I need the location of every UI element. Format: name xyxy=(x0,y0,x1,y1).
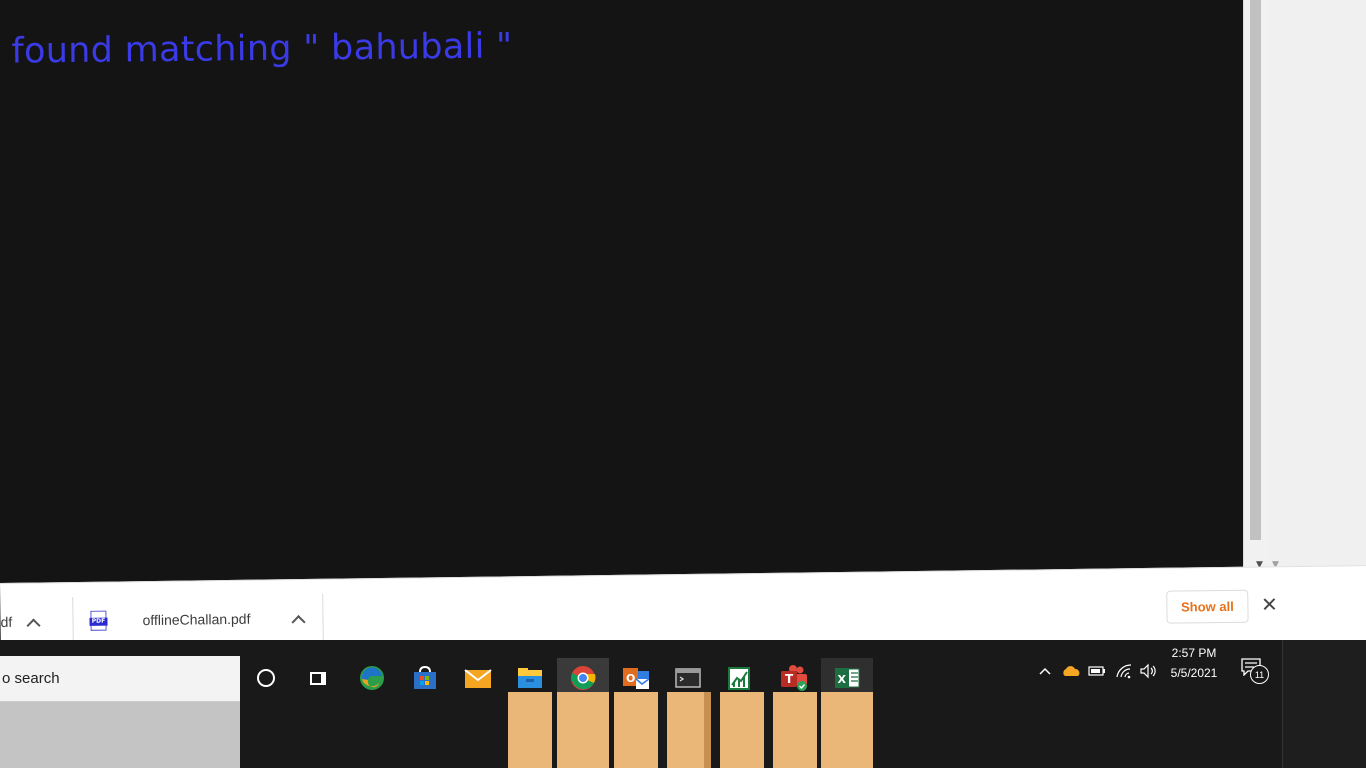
close-icon[interactable]: ✕ xyxy=(1258,592,1280,616)
clock-time[interactable]: 2:57 PM xyxy=(1162,646,1226,660)
show-all-button[interactable]: Show all xyxy=(1166,589,1249,624)
edge-icon[interactable] xyxy=(347,658,397,698)
chevron-up-icon[interactable] xyxy=(291,615,306,630)
download-item[interactable]: PDF offlineChallan.pdf xyxy=(72,593,324,646)
scrollbar-thumb[interactable] xyxy=(1250,0,1261,540)
windows-taskbar: o search O T X 2:57 PM 5/5/2021 11 xyxy=(0,640,1366,768)
pdf-file-icon: PDF xyxy=(89,610,108,631)
svg-text:X: X xyxy=(838,673,847,686)
notification-count-badge: 11 xyxy=(1250,665,1269,684)
chevron-up-icon[interactable] xyxy=(26,618,41,633)
vertical-scrollbar[interactable]: ▼ xyxy=(1243,0,1268,580)
window-preview-thumbnail[interactable] xyxy=(614,692,658,768)
volume-icon[interactable] xyxy=(1138,660,1160,682)
right-gutter xyxy=(1258,0,1366,580)
chevron-up-icon[interactable] xyxy=(1034,660,1056,682)
window-preview-thumbnail[interactable] xyxy=(557,692,609,768)
download-filename: df xyxy=(0,613,13,630)
task-view-icon[interactable] xyxy=(293,658,343,698)
show-desktop-area[interactable] xyxy=(1282,640,1366,768)
microsoft-store-icon[interactable] xyxy=(400,658,450,698)
search-placeholder: o search xyxy=(2,670,60,687)
window-preview-thumbnail[interactable] xyxy=(667,692,711,768)
wifi-icon[interactable] xyxy=(1113,660,1135,682)
svg-text:T: T xyxy=(785,672,794,686)
window-preview-thumbnail[interactable] xyxy=(508,692,552,768)
window-preview-thumbnail[interactable] xyxy=(821,692,873,768)
page-content: a found matching " bahubali " xyxy=(0,0,1250,590)
clock-date[interactable]: 5/5/2021 xyxy=(1162,666,1226,680)
battery-icon[interactable] xyxy=(1086,660,1108,682)
window-preview-thumbnail[interactable] xyxy=(773,692,817,768)
mail-icon[interactable] xyxy=(453,658,503,698)
taskbar-search-input[interactable]: o search xyxy=(0,656,240,702)
cortana-icon[interactable] xyxy=(241,658,291,698)
window-preview-thumbnail[interactable] xyxy=(720,692,764,768)
download-filename: offlineChallan.pdf xyxy=(142,610,251,629)
search-panel-background xyxy=(0,702,240,768)
onedrive-icon[interactable] xyxy=(1060,660,1082,682)
pdf-icon-label: PDF xyxy=(89,617,108,626)
download-item[interactable]: df xyxy=(0,597,74,647)
no-results-message: a found matching " bahubali " xyxy=(0,26,513,72)
svg-text:O: O xyxy=(626,672,635,685)
